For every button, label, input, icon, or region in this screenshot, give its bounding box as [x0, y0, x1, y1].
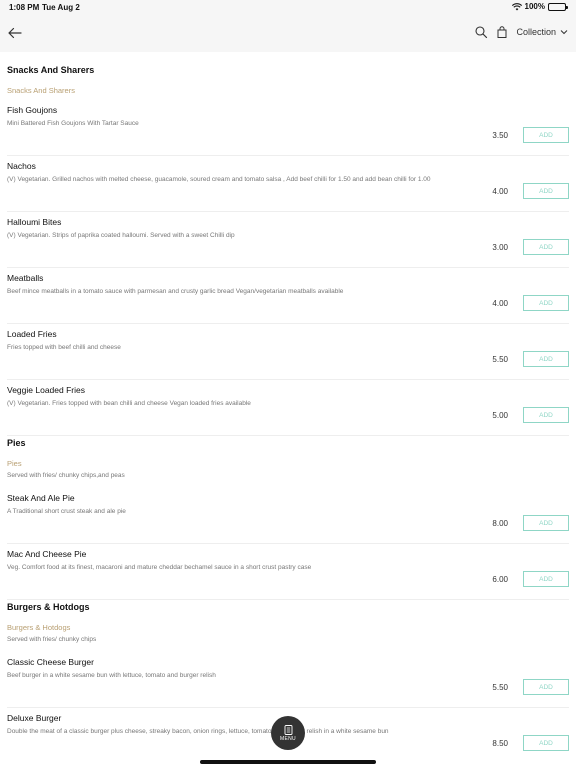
- menu-item[interactable]: Veggie Loaded Fries (V) Vegetarian. Frie…: [0, 380, 576, 436]
- item-price: 3.50: [492, 131, 508, 140]
- menu-fab-button[interactable]: MENU: [271, 716, 305, 750]
- add-button[interactable]: ADD: [523, 295, 569, 311]
- item-price: 5.00: [492, 411, 508, 420]
- battery-percent: 100%: [524, 2, 545, 11]
- item-name: Deluxe Burger: [7, 713, 62, 723]
- section-subtitle: Pies: [7, 459, 22, 468]
- menu-item[interactable]: Fish Goujons Mini Battered Fish Goujons …: [0, 100, 576, 156]
- item-description: A Traditional short crust steak and ale …: [7, 508, 126, 515]
- status-bar: 1:08 PM Tue Aug 2 100%: [0, 0, 576, 14]
- status-right: 100%: [511, 2, 568, 11]
- divider: [7, 599, 569, 600]
- search-icon: [475, 26, 488, 39]
- status-date: Tue Aug 2: [42, 3, 80, 12]
- item-price: 8.50: [492, 739, 508, 748]
- section-description: Served with fries/ chunky chips,and peas: [7, 472, 125, 479]
- back-button[interactable]: [6, 24, 24, 42]
- item-name: Veggie Loaded Fries: [7, 385, 85, 395]
- section-title: Burgers & Hotdogs: [7, 602, 90, 612]
- add-button[interactable]: ADD: [523, 351, 569, 367]
- section-subtitle: Snacks And Sharers: [7, 86, 75, 95]
- menu-item[interactable]: Loaded Fries Fries topped with beef chil…: [0, 324, 576, 380]
- top-nav-bar: Collection: [0, 14, 576, 52]
- menu-item[interactable]: Halloumi Bites (V) Vegetarian. Strips of…: [0, 212, 576, 268]
- item-price: 5.50: [492, 355, 508, 364]
- item-name: Loaded Fries: [7, 329, 57, 339]
- item-price: 4.00: [492, 299, 508, 308]
- item-name: Steak And Ale Pie: [7, 493, 75, 503]
- divider: [7, 435, 569, 436]
- top-right-actions: Collection: [474, 25, 568, 39]
- battery-icon: [548, 2, 568, 11]
- item-description: (V) Vegetarian. Fries topped with bean c…: [7, 400, 251, 407]
- item-description: Fries topped with beef chilli and cheese: [7, 344, 121, 351]
- add-button[interactable]: ADD: [523, 679, 569, 695]
- item-name: Meatballs: [7, 273, 44, 283]
- shopping-bag-icon: [497, 26, 507, 38]
- item-description: Double the meat of a classic burger plus…: [7, 728, 389, 735]
- search-button[interactable]: [474, 25, 488, 39]
- add-button[interactable]: ADD: [523, 183, 569, 199]
- item-price: 6.00: [492, 575, 508, 584]
- menu-item[interactable]: Meatballs Beef mince meatballs in a toma…: [0, 268, 576, 324]
- menu-list[interactable]: Snacks And Sharers Snacks And Sharers Fi…: [0, 52, 576, 768]
- add-button[interactable]: ADD: [523, 239, 569, 255]
- item-name: Classic Cheese Burger: [7, 657, 94, 667]
- add-button[interactable]: ADD: [523, 127, 569, 143]
- status-time: 1:08 PM: [9, 3, 40, 12]
- item-name: Fish Goujons: [7, 105, 58, 115]
- item-description: Mini Battered Fish Goujons With Tartar S…: [7, 120, 139, 127]
- item-price: 5.50: [492, 683, 508, 692]
- wifi-icon: [511, 2, 522, 10]
- item-name: Nachos: [7, 161, 36, 171]
- add-button[interactable]: ADD: [523, 735, 569, 751]
- item-description: Veg. Comfort food at its finest, macaron…: [7, 564, 312, 571]
- section-description: Served with fries/ chunky chips: [7, 636, 97, 643]
- item-price: 3.00: [492, 243, 508, 252]
- item-price: 8.00: [492, 519, 508, 528]
- menu-item[interactable]: Mac And Cheese Pie Veg. Comfort food at …: [0, 544, 576, 600]
- section-title: Pies: [7, 438, 26, 448]
- add-button[interactable]: ADD: [523, 571, 569, 587]
- item-name: Mac And Cheese Pie: [7, 549, 87, 559]
- bag-button[interactable]: [495, 25, 509, 39]
- add-button[interactable]: ADD: [523, 407, 569, 423]
- collection-label: Collection: [516, 27, 556, 37]
- item-price: 4.00: [492, 187, 508, 196]
- add-button[interactable]: ADD: [523, 515, 569, 531]
- item-name: Halloumi Bites: [7, 217, 62, 227]
- collection-dropdown[interactable]: Collection: [516, 27, 568, 37]
- menu-document-icon: [284, 724, 292, 735]
- menu-fab-label: MENU: [280, 735, 296, 742]
- chevron-down-icon: [560, 30, 568, 35]
- menu-item[interactable]: Nachos (V) Vegetarian. Grilled nachos wi…: [0, 156, 576, 212]
- item-description: Beef burger in a white sesame bun with l…: [7, 672, 216, 679]
- section-subtitle: Burgers & Hotdogs: [7, 623, 71, 632]
- item-description: Beef mince meatballs in a tomato sauce w…: [7, 288, 344, 295]
- item-description: (V) Vegetarian. Grilled nachos with melt…: [7, 176, 431, 183]
- menu-item[interactable]: Classic Cheese Burger Beef burger in a w…: [0, 652, 576, 708]
- home-indicator[interactable]: [200, 760, 376, 764]
- menu-item[interactable]: Steak And Ale Pie A Traditional short cr…: [0, 488, 576, 544]
- arrow-left-icon: [8, 27, 22, 39]
- section-title: Snacks And Sharers: [7, 65, 95, 75]
- item-description: (V) Vegetarian. Strips of paprika coated…: [7, 232, 235, 239]
